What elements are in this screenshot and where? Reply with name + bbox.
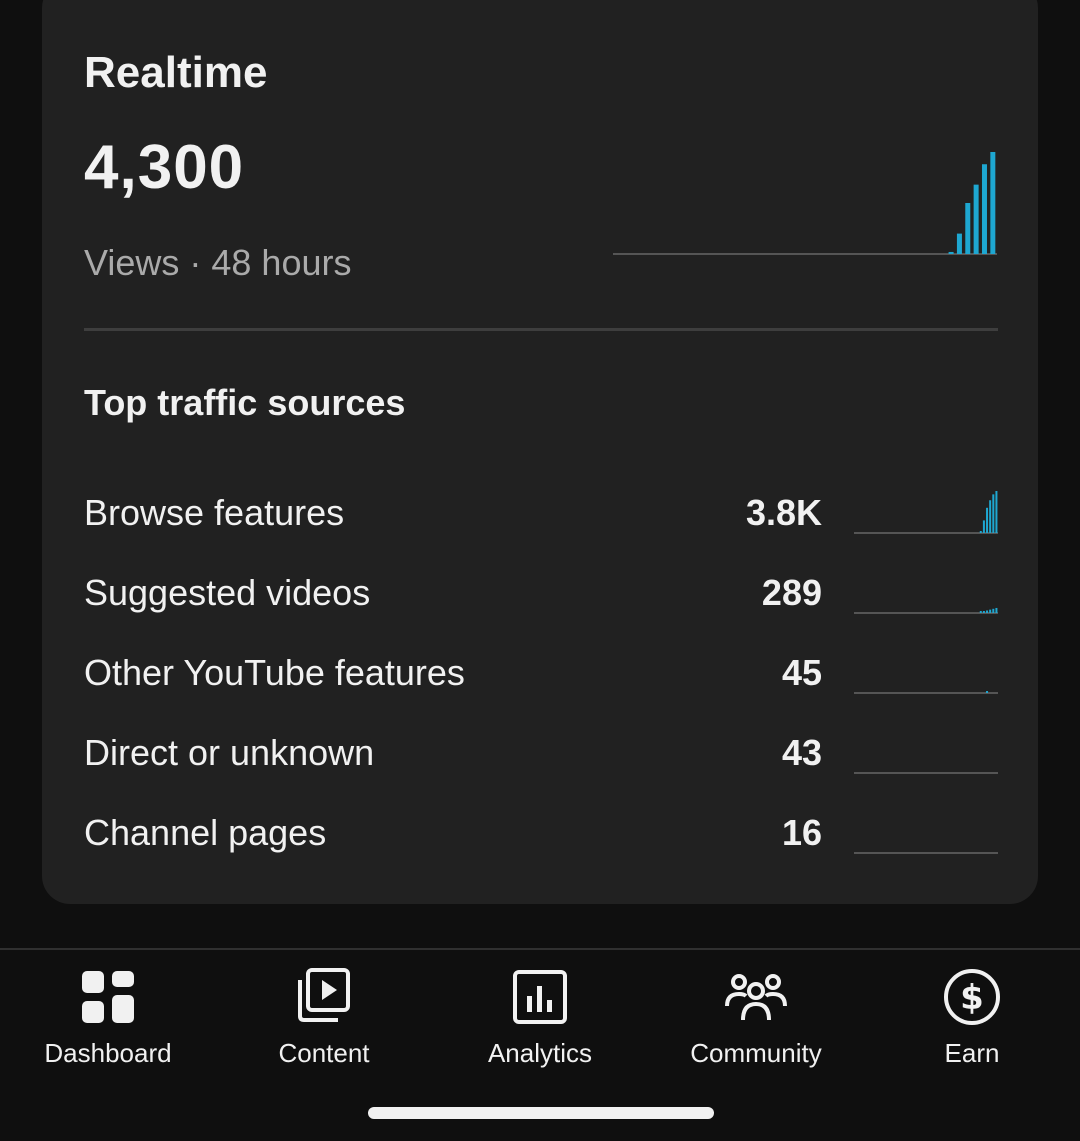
traffic-source-value: 45 bbox=[781, 652, 822, 693]
traffic-source-value: 3.8K bbox=[745, 492, 822, 533]
traffic-source-value: 16 bbox=[781, 812, 822, 853]
nav-label: Earn bbox=[944, 1038, 1000, 1068]
traffic-source-row[interactable]: Direct or unknown 43 bbox=[84, 723, 998, 783]
traffic-source-row[interactable]: Suggested videos 289 bbox=[84, 563, 998, 623]
traffic-source-sparkline bbox=[854, 772, 998, 774]
realtime-sparkline bbox=[613, 152, 997, 255]
traffic-source-value: 43 bbox=[781, 732, 822, 773]
nav-item-earn[interactable]: $ Earn bbox=[864, 966, 1080, 1068]
sparkline-bar bbox=[986, 610, 989, 613]
traffic-source-sparkline bbox=[854, 607, 998, 614]
total-views: 4,300 bbox=[84, 133, 245, 202]
traffic-source-name: Browse features bbox=[84, 492, 345, 533]
nav-label: Analytics bbox=[487, 1038, 593, 1068]
sparkline-bar bbox=[986, 507, 989, 533]
traffic-source-name: Other YouTube features bbox=[84, 652, 465, 693]
sparkline-bar bbox=[989, 609, 992, 613]
traffic-source-row[interactable]: Browse features 3.8K bbox=[84, 483, 998, 543]
traffic-source-name: Direct or unknown bbox=[84, 732, 375, 773]
traffic-sources-title: Top traffic sources bbox=[84, 382, 406, 423]
svg-text:$: $ bbox=[960, 978, 984, 1018]
traffic-source-row[interactable]: Channel pages 16 bbox=[84, 803, 998, 863]
earn-icon: $ bbox=[944, 969, 1000, 1025]
sparkline-bar bbox=[992, 494, 995, 533]
sparkline-bar bbox=[992, 608, 995, 613]
sparkline-bar bbox=[982, 611, 985, 613]
sparkline-bar bbox=[995, 491, 998, 533]
traffic-source-value: 289 bbox=[761, 572, 822, 613]
home-indicator[interactable] bbox=[368, 1107, 714, 1119]
sparkline-bar bbox=[982, 520, 985, 533]
community-icon bbox=[725, 974, 787, 1021]
sparkline-bar bbox=[965, 203, 971, 254]
analytics-icon bbox=[513, 970, 567, 1024]
sparkline-bar bbox=[981, 164, 987, 254]
sparkline-bar bbox=[990, 152, 996, 254]
sparkline-bar bbox=[979, 611, 982, 613]
traffic-source-sparkline bbox=[854, 491, 998, 534]
traffic-source-row[interactable]: Other YouTube features 45 bbox=[84, 643, 998, 703]
sparkline-bar bbox=[956, 233, 962, 254]
realtime-card[interactable]: Realtime 4,300 Views · 48 hours Top traf… bbox=[42, 0, 1038, 904]
sparkline-bar bbox=[973, 184, 979, 254]
sparkline-bar bbox=[989, 500, 992, 533]
nav-item-community[interactable]: Community bbox=[648, 966, 864, 1068]
sparkline-bar bbox=[995, 607, 998, 613]
nav-label: Community bbox=[690, 1038, 822, 1068]
nav-label: Dashboard bbox=[44, 1038, 172, 1068]
sparkline-bar bbox=[979, 531, 982, 533]
dashboard-icon bbox=[82, 971, 134, 1023]
traffic-source-name: Suggested videos bbox=[84, 572, 371, 613]
nav-item-dashboard[interactable]: Dashboard bbox=[0, 966, 216, 1068]
nav-item-analytics[interactable]: Analytics bbox=[432, 966, 648, 1068]
traffic-source-sparkline bbox=[854, 691, 998, 694]
nav-item-content[interactable]: Content bbox=[216, 966, 432, 1068]
sparkline-bar bbox=[948, 251, 954, 254]
card-title: Realtime bbox=[84, 48, 268, 97]
traffic-source-name: Channel pages bbox=[84, 812, 327, 853]
nav-label: Content bbox=[278, 1038, 370, 1068]
content-icon bbox=[298, 968, 350, 1022]
traffic-source-sparkline bbox=[854, 852, 998, 854]
sparkline-bar bbox=[986, 691, 989, 693]
views-subtitle: Views · 48 hours bbox=[84, 242, 352, 283]
divider bbox=[84, 328, 998, 331]
